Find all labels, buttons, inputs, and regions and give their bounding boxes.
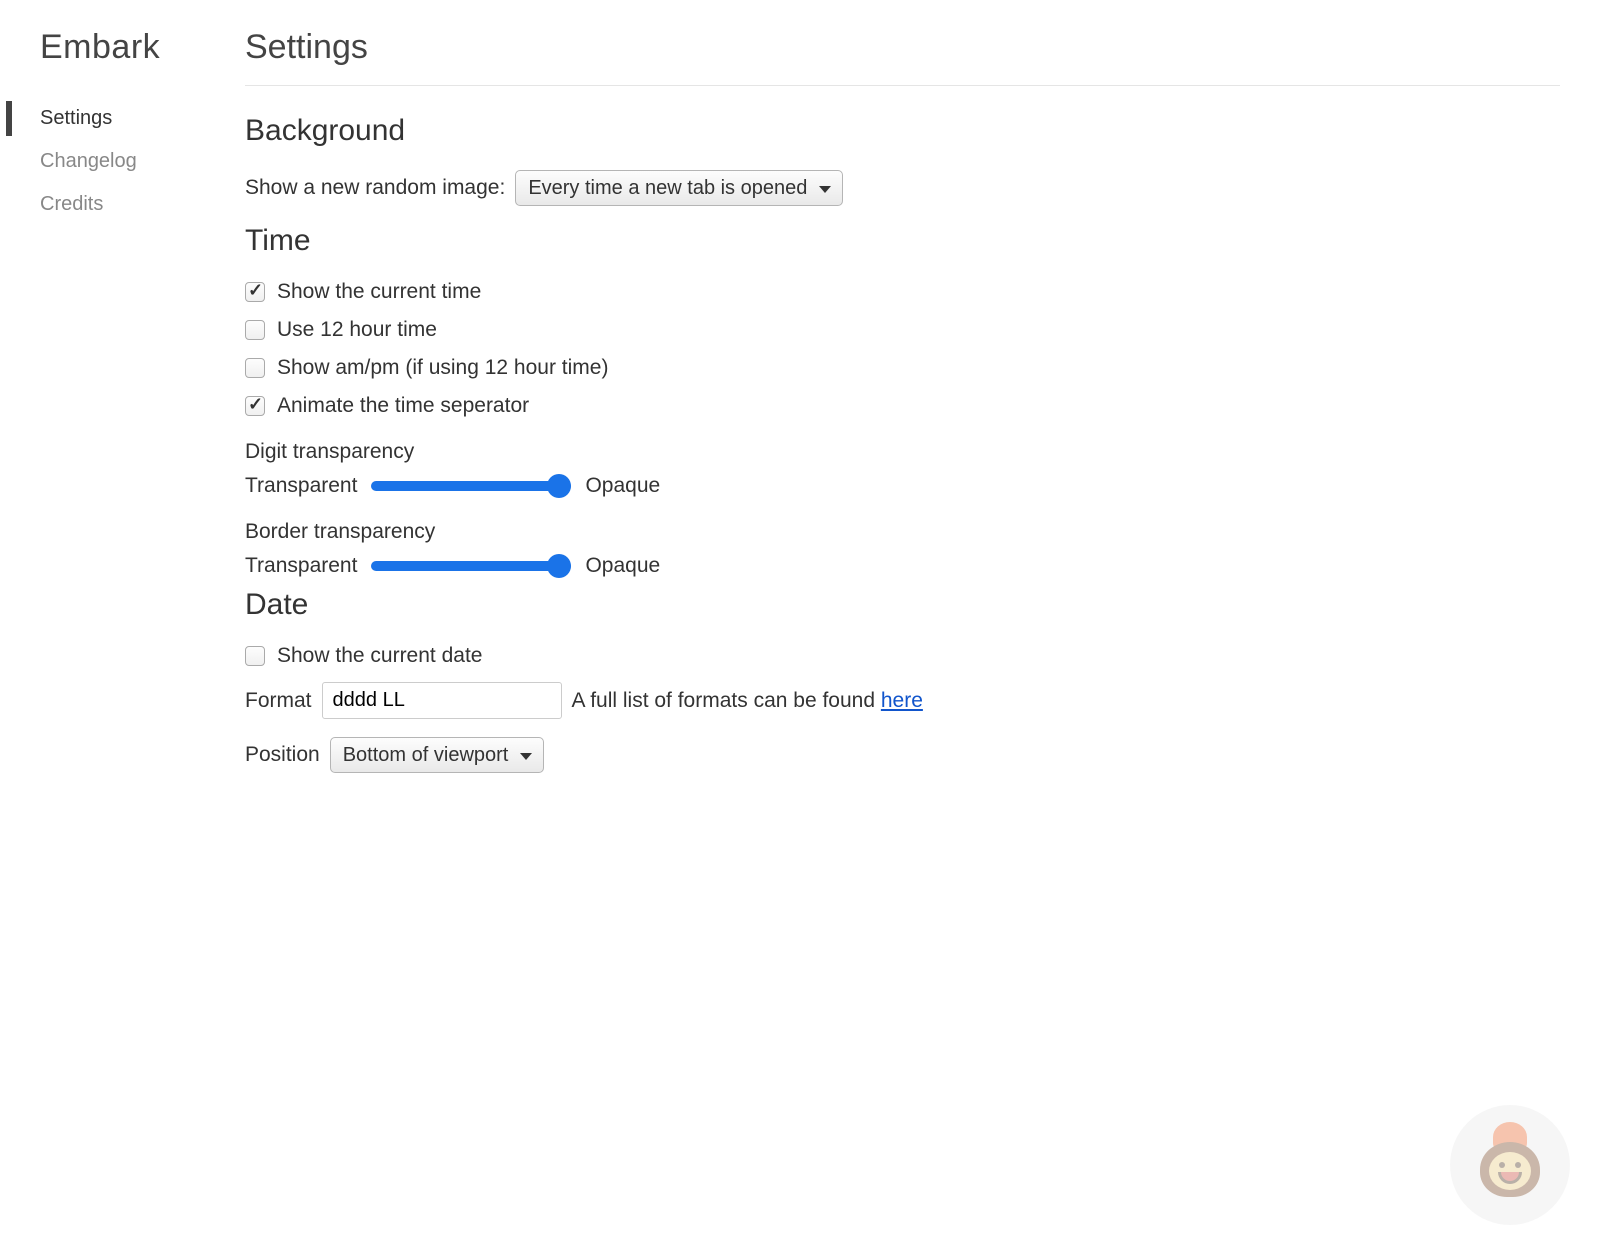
- sidebar-item-changelog[interactable]: Changelog: [0, 140, 245, 183]
- show-current-time-label: Show the current time: [277, 280, 481, 304]
- border-transparency-slider[interactable]: [371, 561, 571, 571]
- random-image-label: Show a new random image:: [245, 176, 505, 200]
- date-format-input[interactable]: [322, 682, 562, 719]
- date-format-help-link[interactable]: here: [881, 689, 923, 712]
- show-ampm-checkbox[interactable]: [245, 358, 265, 378]
- sidebar-item-settings[interactable]: Settings: [0, 97, 245, 140]
- sidebar-item-label: Changelog: [40, 150, 137, 172]
- border-transparency-label: Border transparency: [245, 520, 1560, 544]
- border-transparency-min: Transparent: [245, 554, 357, 578]
- use-12h-row[interactable]: Use 12 hour time: [245, 318, 1560, 342]
- show-ampm-row[interactable]: Show am/pm (if using 12 hour time): [245, 356, 1560, 380]
- monkey-logo-icon: [1450, 1105, 1570, 1225]
- show-current-date-row[interactable]: Show the current date: [245, 644, 1560, 668]
- digit-transparency-min: Transparent: [245, 474, 357, 498]
- page-title: Settings: [245, 28, 1560, 86]
- date-format-label: Format: [245, 689, 312, 713]
- date-position-select[interactable]: Bottom of viewport: [330, 737, 544, 773]
- sidebar-item-label: Settings: [40, 107, 112, 129]
- show-current-date-checkbox[interactable]: [245, 646, 265, 666]
- date-format-hint: A full list of formats can be found here: [572, 689, 923, 713]
- digit-transparency-slider[interactable]: [371, 481, 571, 491]
- sidebar-item-credits[interactable]: Credits: [0, 183, 245, 226]
- use-12h-label: Use 12 hour time: [277, 318, 437, 342]
- date-position-label: Position: [245, 743, 320, 767]
- show-current-time-checkbox[interactable]: [245, 282, 265, 302]
- animate-separator-label: Animate the time seperator: [277, 394, 529, 418]
- section-heading-date: Date: [245, 588, 1560, 622]
- show-current-time-row[interactable]: Show the current time: [245, 280, 1560, 304]
- show-current-date-label: Show the current date: [277, 644, 482, 668]
- animate-separator-checkbox[interactable]: [245, 396, 265, 416]
- main-content: Settings Background Show a new random im…: [245, 0, 1600, 791]
- use-12h-checkbox[interactable]: [245, 320, 265, 340]
- section-heading-background: Background: [245, 114, 1560, 148]
- sidebar-item-label: Credits: [40, 193, 103, 215]
- digit-transparency-max: Opaque: [585, 474, 660, 498]
- animate-separator-row[interactable]: Animate the time seperator: [245, 394, 1560, 418]
- sidebar: Embark Settings Changelog Credits: [0, 0, 245, 791]
- show-ampm-label: Show am/pm (if using 12 hour time): [277, 356, 608, 380]
- random-image-select[interactable]: Every time a new tab is opened: [515, 170, 843, 206]
- brand-title: Embark: [0, 28, 245, 97]
- section-heading-time: Time: [245, 224, 1560, 258]
- border-transparency-max: Opaque: [585, 554, 660, 578]
- digit-transparency-label: Digit transparency: [245, 440, 1560, 464]
